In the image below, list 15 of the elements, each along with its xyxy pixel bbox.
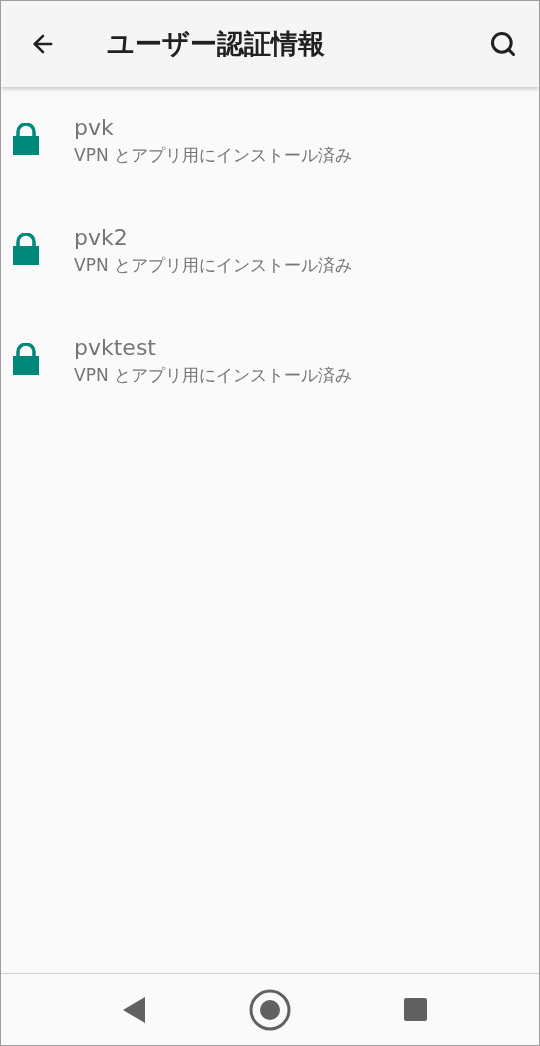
screen-title: ユーザー認証情報 xyxy=(107,26,325,61)
lock-icon xyxy=(12,233,40,265)
back-triangle-icon[interactable] xyxy=(123,996,145,1023)
credential-name: pvk xyxy=(74,114,115,142)
credential-name: pvktest xyxy=(74,334,157,362)
lock-icon xyxy=(12,123,40,155)
credential-item[interactable]: pvktest VPN とアプリ用にインストール済み xyxy=(1,333,539,443)
credential-item[interactable]: pvk VPN とアプリ用にインストール済み xyxy=(1,113,539,223)
credential-item[interactable]: pvk2 VPN とアプリ用にインストール済み xyxy=(1,223,539,333)
credential-description: VPN とアプリ用にインストール済み xyxy=(74,254,352,277)
lock-icon xyxy=(12,343,40,375)
home-circle-icon[interactable] xyxy=(249,988,291,1031)
credential-description: VPN とアプリ用にインストール済み xyxy=(74,144,352,167)
credential-name: pvk2 xyxy=(74,224,129,252)
credential-description: VPN とアプリ用にインストール済み xyxy=(74,364,352,387)
